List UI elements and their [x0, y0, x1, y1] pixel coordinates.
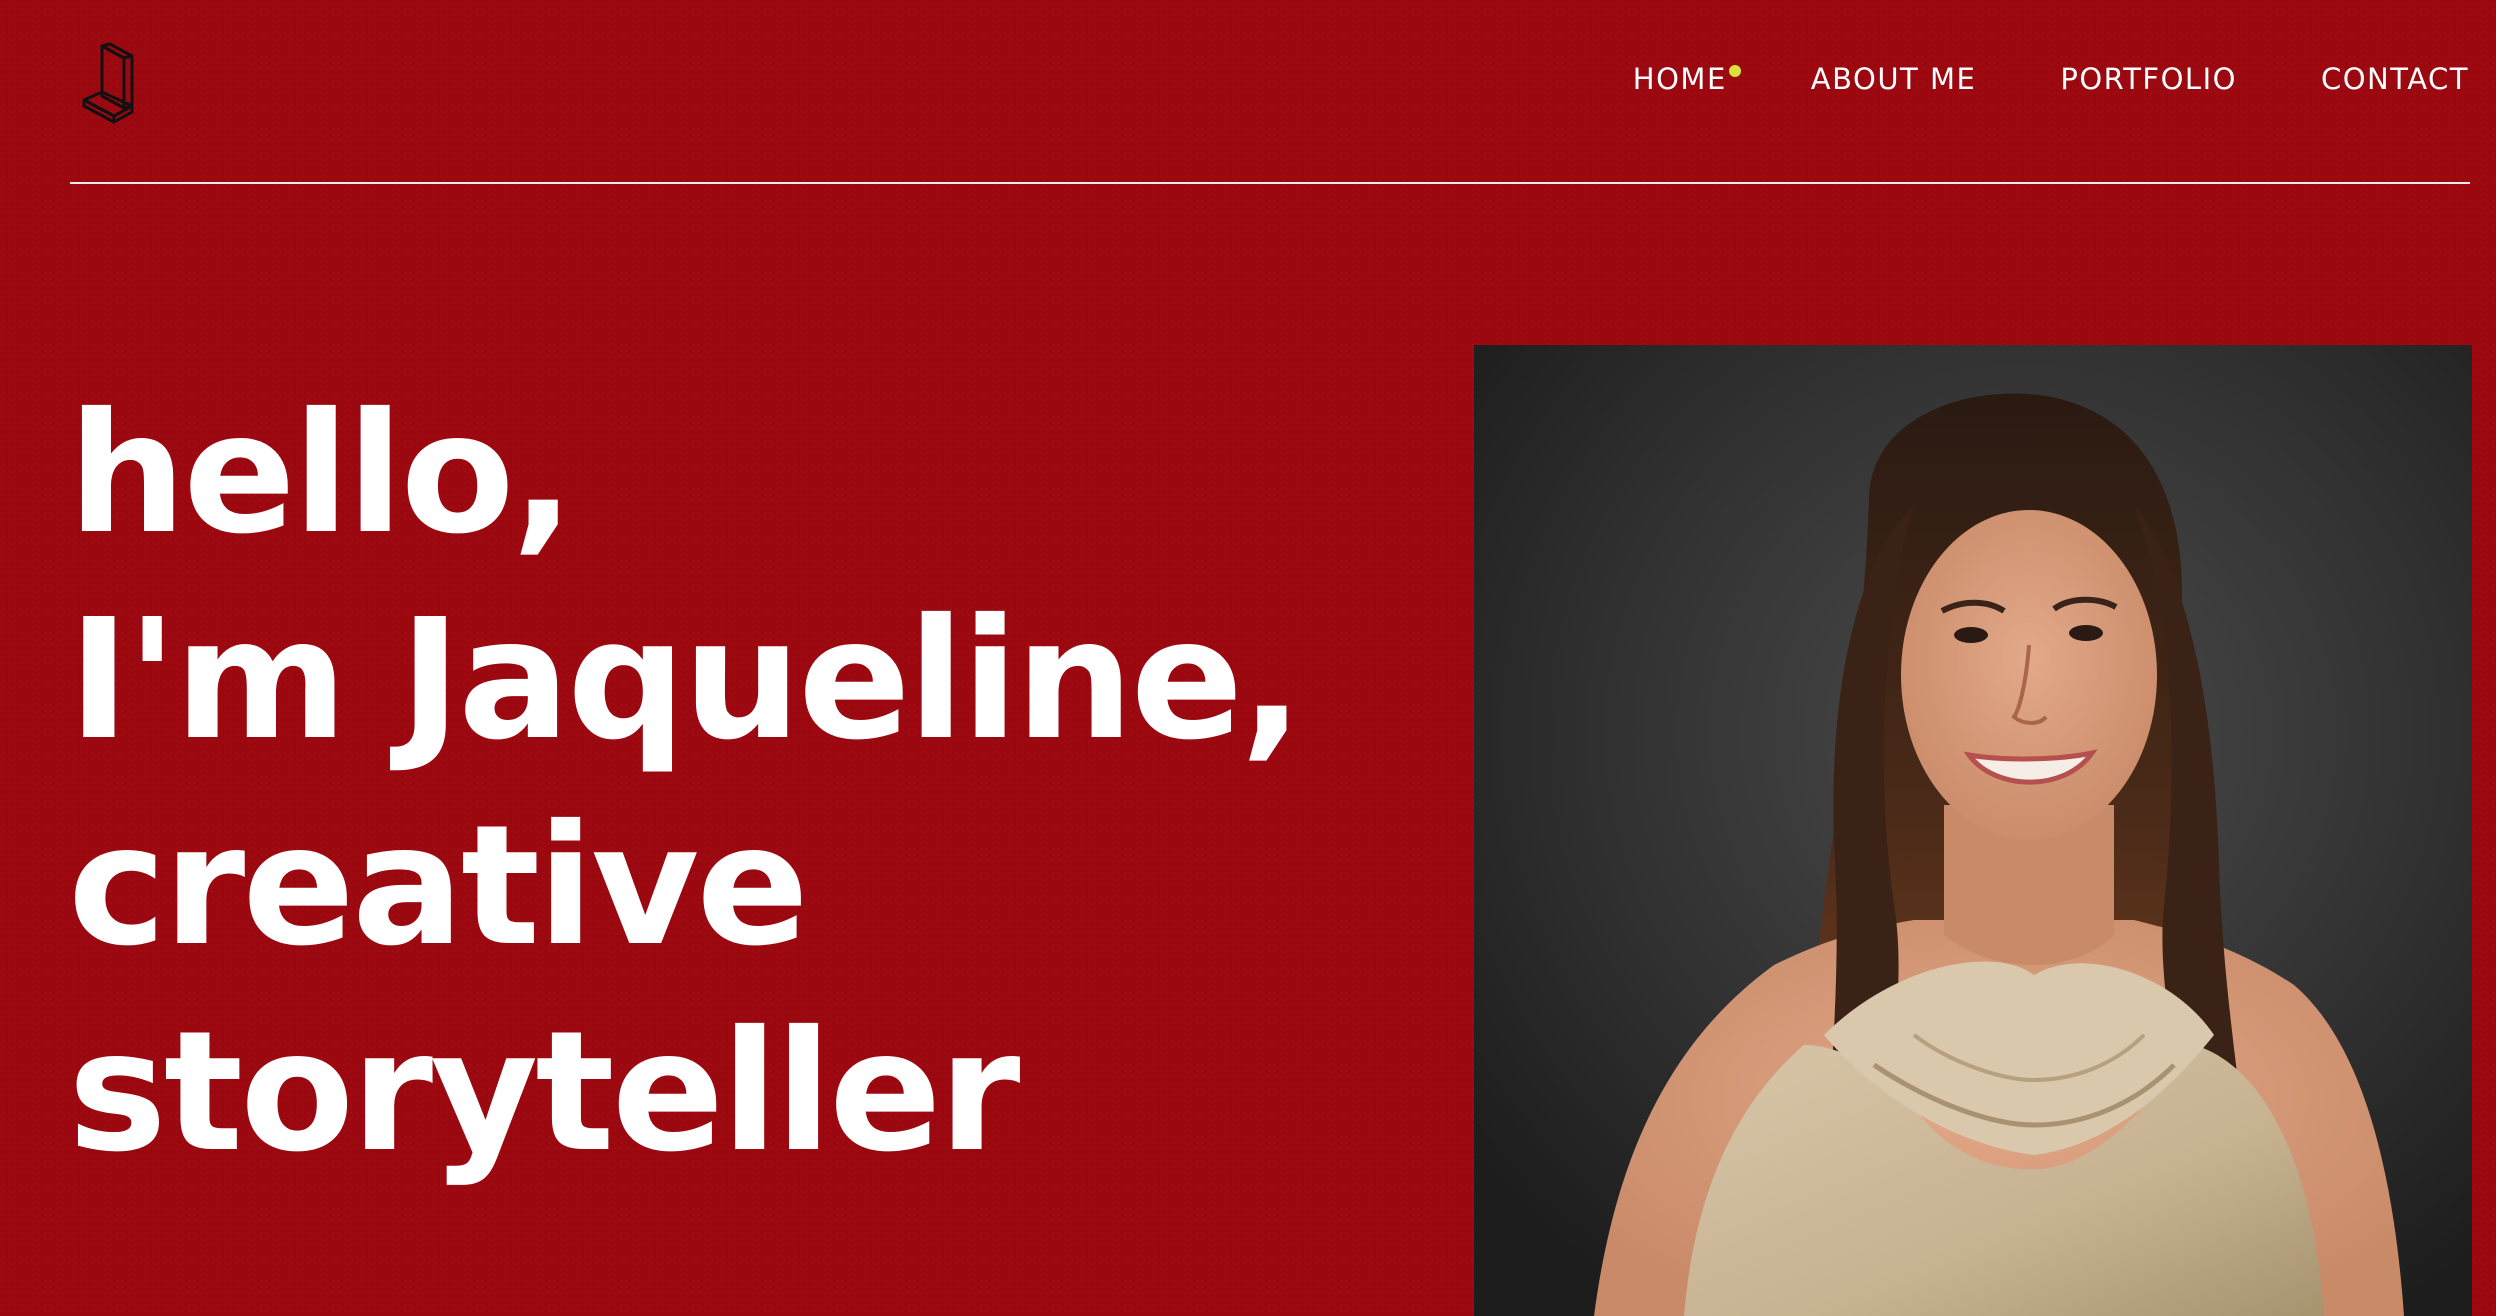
- active-indicator-dot: [1728, 65, 1741, 77]
- nav-about-me-label: ABOUT ME: [1810, 62, 1977, 96]
- header-divider: [70, 182, 2470, 184]
- portrait-photo: [1474, 345, 2472, 1316]
- nav-portfolio-label: PORTFOLIO: [2060, 62, 2237, 96]
- logo-icon: [82, 42, 134, 124]
- nav-portfolio[interactable]: PORTFOLIO: [2060, 62, 2237, 96]
- nav-contact-label: CONTACT: [2320, 62, 2469, 96]
- nav-about-me[interactable]: ABOUT ME: [1811, 62, 1977, 96]
- portrait-illustration: [1474, 345, 2472, 1316]
- main-nav: HOME ABOUT ME PORTFOLIO CONTACT: [1633, 62, 2469, 96]
- hero-line-1: hello,: [68, 378, 575, 571]
- nav-home[interactable]: HOME: [1632, 62, 1741, 96]
- nav-contact[interactable]: CONTACT: [2321, 62, 2469, 96]
- logo-link[interactable]: [80, 42, 142, 124]
- nav-home-label: HOME: [1632, 62, 1727, 96]
- hero-line-2: I'm Jaqueline,: [68, 584, 1303, 777]
- hero-line-4: storyteller: [68, 996, 1020, 1189]
- hero-heading: hello, I'm Jaqueline, creative storytell…: [68, 372, 1303, 1196]
- hero-line-3: creative: [68, 790, 809, 983]
